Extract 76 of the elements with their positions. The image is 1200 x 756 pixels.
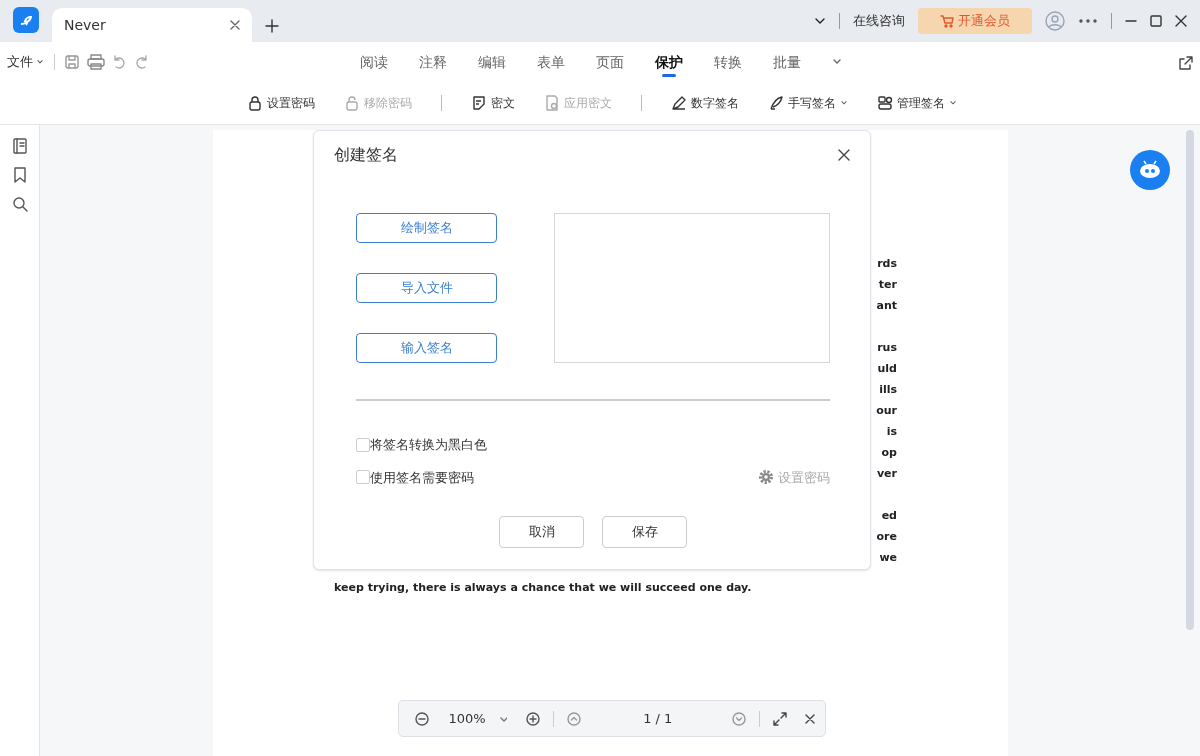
caret-icon: [35, 58, 44, 66]
menu-tab[interactable]: 注释: [419, 47, 447, 77]
text-line: ills: [879, 382, 897, 398]
quill-icon: [768, 95, 784, 111]
ribbon-button[interactable]: 密文: [471, 94, 515, 112]
app-logo[interactable]: [13, 6, 39, 33]
cancel-button[interactable]: 取消: [499, 516, 584, 548]
ribbon-button[interactable]: 管理签名: [877, 94, 957, 112]
text-line: op: [881, 445, 897, 461]
next-page-icon[interactable]: [732, 711, 747, 726]
text-line: ore: [876, 529, 897, 545]
ribbon-button[interactable]: 手写签名: [768, 94, 848, 112]
zoom-in-icon[interactable]: [526, 711, 541, 726]
menu-tab[interactable]: 阅读: [360, 47, 388, 77]
checkbox[interactable]: [356, 470, 370, 485]
ribbon-button[interactable]: 设置密码: [247, 94, 315, 112]
dialog-title: 创建签名: [334, 144, 398, 166]
panel-icon[interactable]: [11, 138, 28, 154]
text-line: uld: [877, 361, 897, 377]
lock-icon: [247, 95, 263, 111]
caret-icon: [949, 99, 957, 107]
menu-tab[interactable]: 转换: [714, 47, 742, 77]
more-icon[interactable]: [1078, 18, 1098, 24]
signature-option-button[interactable]: 绘制签名: [356, 213, 497, 243]
document-tab[interactable]: Never: [52, 8, 252, 42]
menu-tab[interactable]: 页面: [596, 47, 624, 77]
signature-option-button[interactable]: 输入签名: [356, 333, 497, 363]
file-menu[interactable]: 文件: [6, 52, 44, 72]
text-line: keep trying, there is always a chance that we will succeed one day.: [334, 580, 752, 596]
zoom-out-icon[interactable]: [415, 711, 429, 726]
fullscreen-icon[interactable]: [773, 711, 788, 726]
menu-tab[interactable]: 表单: [537, 47, 565, 77]
text-line: ant: [876, 298, 897, 314]
maximize-icon[interactable]: [1150, 15, 1162, 27]
signature-option-button[interactable]: 导入文件: [356, 273, 497, 303]
search-icon[interactable]: [11, 196, 28, 212]
print-icon[interactable]: [86, 54, 105, 70]
robot-icon: [1138, 160, 1162, 180]
text-line: ter: [878, 277, 897, 293]
text-line: is: [886, 424, 897, 440]
cart-icon: [940, 14, 955, 28]
menu-tab[interactable]: 编辑: [478, 47, 506, 77]
page-indicator: 1 / 1: [643, 709, 673, 728]
bookmark-icon[interactable]: [12, 167, 27, 183]
save-button[interactable]: 保存: [602, 516, 687, 548]
unlock-icon: [344, 95, 360, 111]
menu-tab[interactable]: 批量: [773, 47, 801, 77]
plus-icon[interactable]: [265, 18, 279, 33]
zoom-level[interactable]: 100%: [448, 708, 486, 729]
text-line: our: [876, 403, 897, 419]
text-line: ver: [876, 466, 897, 482]
option-checkbox[interactable]: 使用签名需要密码: [356, 467, 474, 487]
people-icon: [877, 95, 893, 111]
text-line: ed: [881, 508, 897, 524]
online-consult-link[interactable]: 在线咨询: [853, 11, 905, 31]
document-icon: [544, 95, 560, 111]
previous-page-icon[interactable]: [567, 711, 582, 726]
close-icon[interactable]: [838, 149, 850, 161]
assistant-button[interactable]: [1130, 150, 1170, 190]
checkbox[interactable]: [356, 437, 370, 452]
gear-icon: [758, 469, 774, 486]
note-icon: [471, 95, 487, 111]
external-link-icon[interactable]: [1177, 54, 1194, 71]
menu-tab[interactable]: 保护: [655, 47, 683, 77]
option-checkbox[interactable]: 将签名转换为黑白色: [356, 435, 830, 455]
close-icon[interactable]: [1175, 15, 1187, 27]
scrollbar[interactable]: [1186, 130, 1194, 630]
ribbon-button[interactable]: 数字签名: [671, 94, 739, 112]
text-line: we: [879, 550, 897, 566]
close-icon[interactable]: [805, 713, 816, 724]
save-icon[interactable]: [64, 54, 81, 70]
text-line: rds: [877, 256, 897, 272]
caret-icon: [840, 99, 848, 107]
text-line: rus: [877, 340, 897, 356]
close-icon[interactable]: [230, 20, 240, 30]
pen-icon: [671, 95, 687, 111]
